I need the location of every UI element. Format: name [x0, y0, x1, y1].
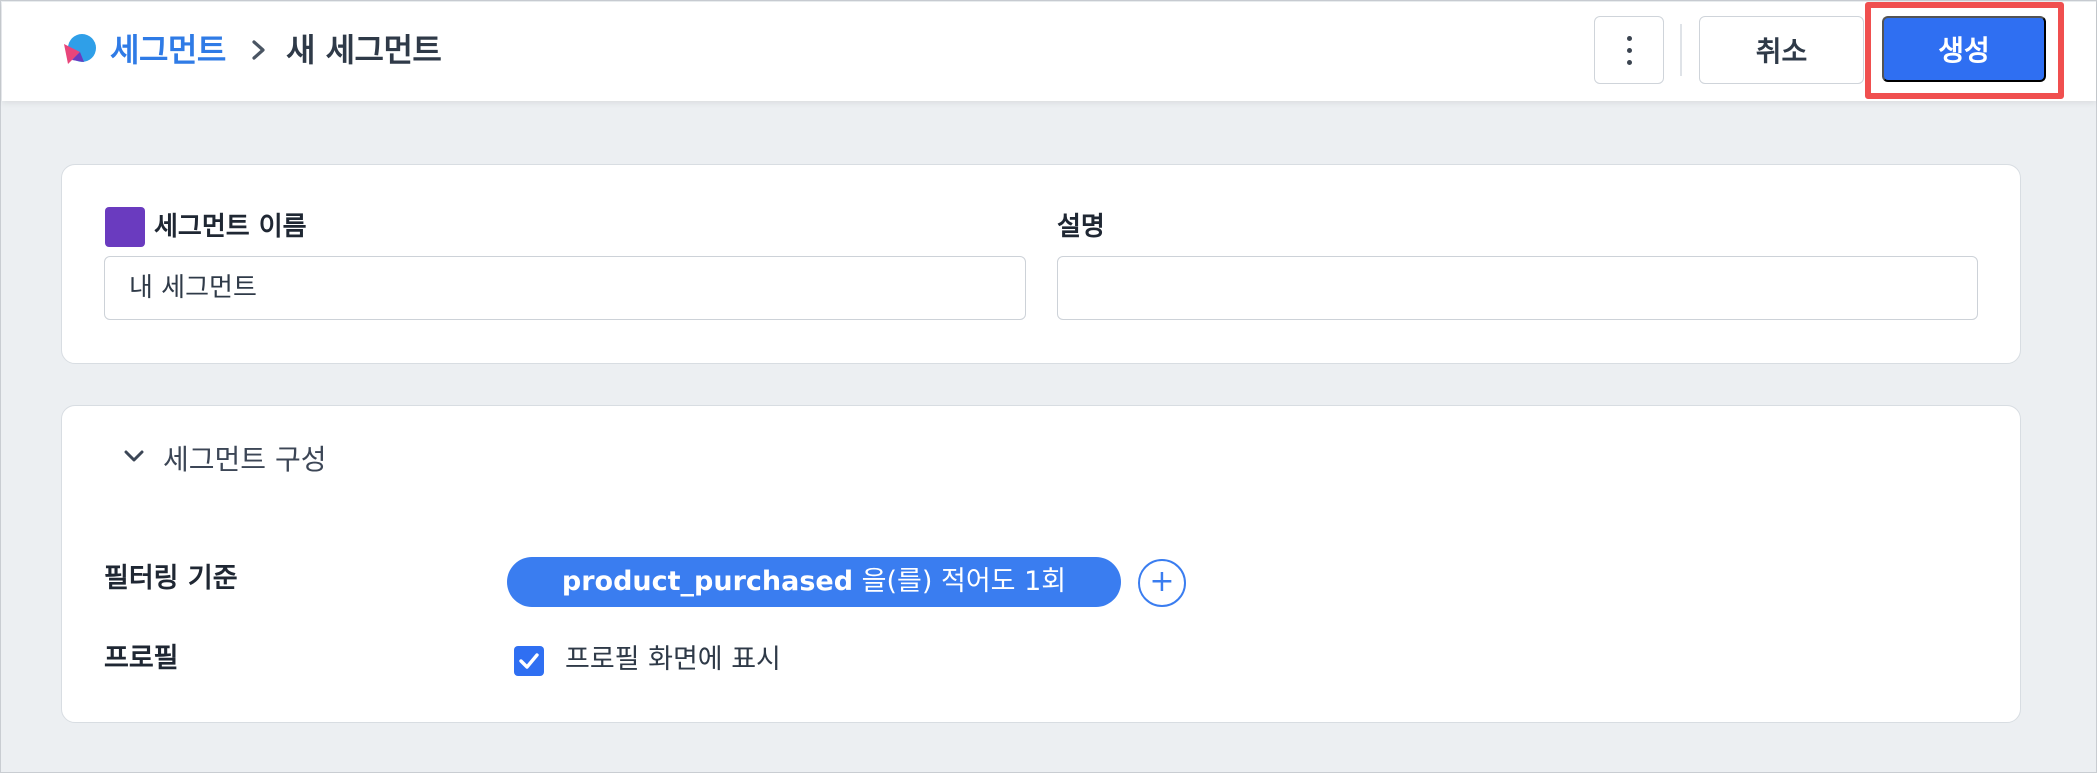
cancel-button[interactable]: 취소 [1699, 16, 1864, 84]
filter-condition-pill[interactable]: product_purchased 을(를) 적어도 1회 [507, 557, 1121, 607]
filter-condition-text: 을(를) 적어도 1회 [861, 566, 1067, 597]
vertical-ellipsis-icon [1627, 36, 1632, 41]
breadcrumb-segments-link[interactable]: 세그먼트 [110, 28, 226, 72]
plus-icon: + [1149, 564, 1175, 599]
segment-color-picker[interactable] [105, 207, 145, 247]
app-logo-icon [64, 34, 96, 64]
app-frame: 세그먼트 새 세그먼트 취소 생성 세그먼트 이름 내 세그먼트 설명 세그먼트… [0, 0, 2097, 773]
show-in-profile-checkbox[interactable] [514, 646, 544, 676]
more-options-button[interactable] [1594, 16, 1664, 84]
toolbar-divider [1680, 24, 1682, 76]
filter-event-name: product_purchased [561, 566, 854, 597]
page-title: 새 세그먼트 [286, 31, 442, 69]
profile-label: 프로필 [104, 643, 179, 674]
segment-name-input[interactable]: 내 세그먼트 [104, 256, 1026, 320]
top-bar: 세그먼트 새 세그먼트 취소 생성 [2, 2, 2096, 101]
segment-name-label: 세그먼트 이름 [154, 212, 307, 242]
filter-criteria-label: 필터링 기준 [104, 563, 238, 594]
show-in-profile-label[interactable]: 프로필 화면에 표시 [565, 641, 781, 679]
description-input[interactable] [1057, 256, 1978, 320]
chevron-down-icon[interactable] [119, 441, 149, 471]
create-button[interactable]: 생성 [1882, 16, 2046, 82]
description-label: 설명 [1057, 212, 1105, 242]
checkmark-icon [519, 653, 539, 669]
composition-section-title[interactable]: 세그먼트 구성 [163, 441, 326, 479]
vertical-ellipsis-dot [1627, 48, 1632, 53]
vertical-ellipsis-dot [1627, 60, 1632, 65]
add-filter-button[interactable]: + [1138, 559, 1186, 607]
chevron-right-icon [252, 40, 265, 60]
